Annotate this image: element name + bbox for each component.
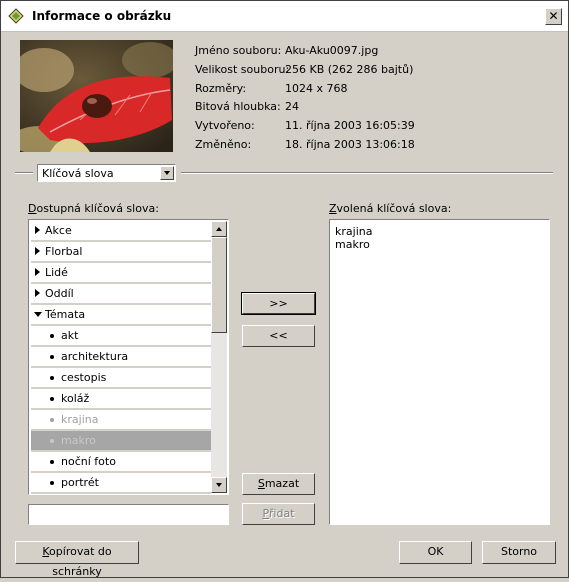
keyword-item-makro[interactable]: makro [31,431,211,452]
keyword-item-nocni-foto[interactable]: noční foto [31,452,211,473]
keyword-item-architektura[interactable]: architektura [31,347,211,368]
tree-item-lide[interactable]: Lidé [31,263,211,284]
created-value: 11. října 2003 16:05:39 [285,119,415,132]
copy-to-clipboard-button[interactable]: Kopírovat do schránky [15,541,139,578]
bullet-icon [50,481,54,485]
new-keyword-input[interactable] [28,504,229,525]
ok-button[interactable]: OK [399,541,472,564]
bullet-icon [50,334,54,338]
add-keyword-arrow-button[interactable]: >> [241,292,316,315]
keyword-item-kolaz[interactable]: koláž [31,389,211,410]
keyword-item-akt[interactable]: akt [31,326,211,347]
delete-button[interactable]: Smazat [242,473,315,495]
selected-keywords-label: Zvolená klíčová slova: [329,202,452,215]
file-name-value: Aku-Aku0097.jpg [285,44,379,57]
tree-item-florbal[interactable]: Florbal [31,242,211,263]
cancel-button[interactable]: Storno [482,541,556,564]
bullet-icon [50,376,54,380]
modified-value: 18. října 2003 13:06:18 [285,138,415,151]
created-label: Vytvořeno: [195,119,255,132]
available-keywords-label: Dostupná klíčová slova: [28,202,159,215]
vertical-scrollbar[interactable] [211,221,227,493]
dialog-window: Informace o obrázku ✕ Jméno souboru: Aku… [0,0,569,578]
bullet-icon [50,460,54,464]
tree-item-akce[interactable]: Akce [31,221,211,242]
dialog-title: Informace o obrázku [32,9,172,23]
dimensions-value: 1024 x 768 [285,82,348,95]
available-keywords-list[interactable]: Akce Florbal Lidé Oddíl Témata akt archi… [28,219,229,495]
selected-keyword-item[interactable]: makro [335,238,370,251]
expand-arrow-icon[interactable] [35,247,40,255]
expand-arrow-icon[interactable] [35,226,40,234]
selected-keywords-list[interactable]: krajina makro [329,219,550,525]
bullet-icon [50,397,54,401]
file-size-label: Velikost souboru: [195,63,290,76]
tree-item-oddil[interactable]: Oddíl [31,284,211,305]
close-button[interactable]: ✕ [545,8,562,25]
bit-depth-label: Bitová hloubka: [195,100,281,113]
tree-item-temata[interactable]: Témata [31,305,211,326]
expand-arrow-icon[interactable] [35,268,40,276]
collapse-arrow-icon[interactable] [34,312,42,317]
modified-label: Změněno: [195,138,252,151]
keyword-item-krajina[interactable]: krajina [31,410,211,431]
bullet-icon [50,439,54,443]
bit-depth-value: 24 [285,100,299,113]
separator-left [15,172,33,174]
dimensions-label: Rozměry: [195,82,247,95]
separator-right [181,172,553,174]
keyword-item-cestopis[interactable]: cestopis [31,368,211,389]
keyword-item-portret[interactable]: portrét [31,473,211,494]
scroll-down-icon[interactable] [211,477,227,493]
file-size-value: 256 KB (262 286 bajtů) [285,63,414,76]
scroll-up-icon[interactable] [211,221,227,237]
add-button[interactable]: Přidat [242,503,315,525]
remove-keyword-arrow-button[interactable]: << [242,325,315,347]
image-thumbnail [20,40,173,152]
picture-info-icon [8,8,24,24]
section-select-value: Klíčová slova [42,167,114,180]
chevron-down-icon[interactable] [160,166,174,180]
file-name-label: Jméno souboru: [195,44,282,57]
scrollbar-thumb[interactable] [211,237,227,333]
bullet-icon [50,418,54,422]
selected-keyword-item[interactable]: krajina [335,225,372,238]
section-select[interactable]: Klíčová slova [37,164,176,182]
expand-arrow-icon[interactable] [35,289,40,297]
bullet-icon [50,355,54,359]
title-bar: Informace o obrázku ✕ [1,1,568,32]
